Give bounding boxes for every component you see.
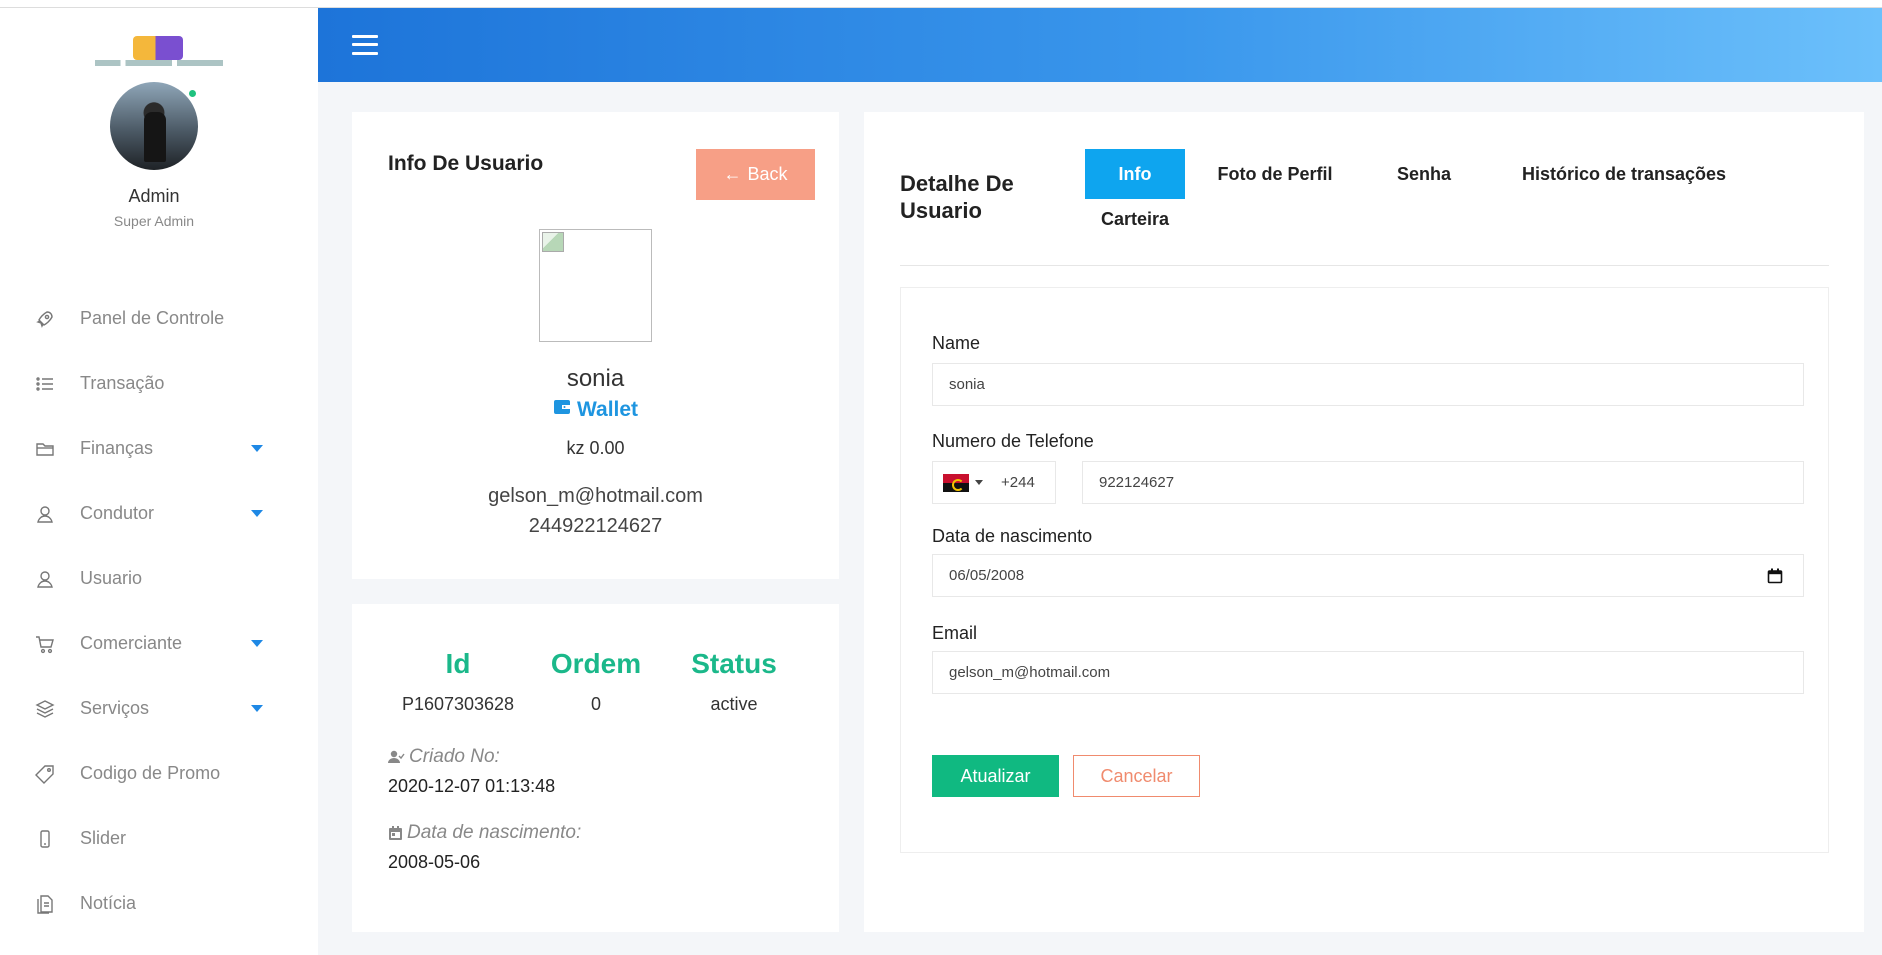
sidebar-item-label: Serviços — [80, 698, 150, 718]
chevron-down-icon[interactable] — [251, 510, 263, 517]
tag-icon — [34, 763, 56, 785]
user-email: gelson_m@hotmail.com — [488, 485, 703, 507]
sidebar-item-label: Codigo de Promo — [80, 763, 221, 783]
phone-label: Numero de Telefone — [932, 431, 1094, 451]
stat-status-label: Status — [691, 648, 777, 679]
tab-senha[interactable]: Senha — [1379, 149, 1469, 199]
layers-icon — [34, 698, 56, 720]
chevron-down-icon[interactable] — [251, 445, 263, 452]
user-phone: 244922124627 — [528, 515, 663, 537]
folder-icon — [34, 438, 56, 460]
sidebar-item-panel-de-controle[interactable]: Panel de Controle — [0, 286, 318, 351]
angola-flag-icon — [943, 473, 969, 492]
phone-code: +244 — [1001, 474, 1035, 491]
sidebar-item-label: Slider — [80, 828, 127, 848]
sidebar-item-codigo-de-promo[interactable]: Codigo de Promo — [0, 741, 318, 806]
user-icon — [34, 568, 56, 590]
online-status-dot — [187, 88, 198, 99]
update-button[interactable]: Atualizar — [932, 755, 1059, 797]
dob-input[interactable] — [932, 554, 1804, 597]
detail-title: Detalhe De Usuario — [900, 171, 1014, 223]
stat-status-value: active — [710, 694, 758, 714]
user-info-card: Info De Usuario ← Back sonia Wallet kz 0… — [352, 112, 839, 579]
tab-carteira[interactable]: Carteira — [1085, 204, 1185, 234]
sidebar-item-label: Usuario — [80, 568, 143, 588]
user-info-title: Info De Usuario — [388, 152, 544, 175]
stat-id: Id P1607303628 — [388, 648, 528, 715]
top-header — [318, 8, 1882, 82]
arrow-left-icon: ← — [723, 164, 742, 184]
user-check-icon — [388, 750, 405, 763]
name-input[interactable] — [932, 363, 1804, 406]
sidebar-item-comerciante[interactable]: Comerciante — [0, 611, 318, 676]
sidebar-item-noticia[interactable]: Notícia — [0, 871, 318, 936]
sidebar-menu: Panel de Controle Transação Finanças Con… — [0, 286, 318, 936]
name-label: Name — [932, 333, 981, 353]
wallet-balance: kz 0.00 — [566, 438, 625, 458]
stat-order: Ordem 0 — [526, 648, 666, 715]
user-name: sonia — [566, 365, 625, 392]
chevron-down-icon — [975, 480, 983, 485]
country-code-select[interactable]: +244 — [932, 461, 1056, 504]
admin-name: Admin — [128, 186, 180, 206]
stat-order-label: Ordem — [550, 648, 642, 679]
sidebar-item-usuario[interactable]: Usuario — [0, 546, 318, 611]
dob-label-text: Data de nascimento: — [407, 822, 582, 843]
tab-historico-de-transacoes[interactable]: Histórico de transações — [1504, 149, 1744, 199]
user-stats-card: Id P1607303628 Ordem 0 Status active Cri… — [352, 604, 839, 932]
calendar-icon — [389, 825, 402, 840]
tabs-divider — [900, 265, 1829, 266]
hamburger-menu-icon[interactable] — [352, 34, 378, 56]
sidebar-item-label: Comerciante — [80, 633, 183, 653]
dob-field-label: Data de nascimento — [932, 526, 1093, 546]
admin-role: Super Admin — [113, 213, 195, 229]
dob-value: 2008-05-06 — [388, 852, 481, 872]
phone-input[interactable] — [1082, 461, 1804, 504]
user-icon — [34, 503, 56, 525]
created-value: 2020-12-07 01:13:48 — [388, 776, 556, 796]
sidebar-item-slider[interactable]: Slider — [0, 806, 318, 871]
sidebar-item-label: Notícia — [80, 893, 137, 913]
cart-icon — [34, 633, 56, 655]
stat-order-value: 0 — [590, 694, 601, 714]
sidebar-item-servicos[interactable]: Serviços — [0, 676, 318, 741]
stat-id-label: Id — [445, 648, 471, 679]
browser-top-edge — [0, 0, 1882, 8]
dob-label: Data de nascimento: — [388, 822, 581, 844]
sidebar-item-label: Transação — [80, 373, 165, 393]
sidebar-item-label: Finanças — [80, 438, 154, 458]
user-detail-card: Detalhe De Usuario Info Foto de Perfil S… — [864, 112, 1864, 932]
chevron-down-icon[interactable] — [251, 640, 263, 647]
tab-info[interactable]: Info — [1085, 149, 1185, 199]
created-label-text: Criado No: — [409, 746, 500, 767]
email-input[interactable] — [932, 651, 1804, 694]
list-icon — [34, 373, 56, 395]
avatar[interactable] — [110, 82, 198, 170]
sidebar-item-label: Panel de Controle — [80, 308, 225, 328]
calendar-icon[interactable] — [1767, 568, 1783, 584]
cancel-button[interactable]: Cancelar — [1073, 755, 1200, 797]
wallet-label: Wallet — [576, 398, 639, 421]
sidebar: Admin Super Admin Panel de Controle Tran… — [0, 8, 318, 955]
sidebar-item-label: Condutor — [80, 503, 155, 523]
sidebar-item-financas[interactable]: Finanças — [0, 416, 318, 481]
sidebar-item-condutor[interactable]: Condutor — [0, 481, 318, 546]
back-button[interactable]: ← Back — [696, 149, 815, 200]
wallet-icon — [553, 398, 571, 422]
user-profile-photo — [539, 229, 652, 342]
tab-foto-de-perfil[interactable]: Foto de Perfil — [1210, 149, 1340, 199]
rocket-icon — [34, 308, 56, 330]
document-icon — [34, 893, 56, 915]
user-info-form: Name Numero de Telefone +244 Data de nas… — [900, 287, 1829, 853]
wallet-link[interactable]: Wallet — [352, 398, 839, 422]
created-label: Criado No: — [388, 746, 500, 768]
sidebar-item-transacao[interactable]: Transação — [0, 351, 318, 416]
stat-status: Status active — [664, 648, 804, 715]
email-label: Email — [932, 623, 978, 643]
chevron-down-icon[interactable] — [251, 705, 263, 712]
app-logo[interactable] — [95, 30, 223, 72]
stat-id-value: P1607303628 — [401, 694, 515, 714]
back-button-label: Back — [747, 164, 788, 184]
mobile-icon — [34, 828, 56, 850]
